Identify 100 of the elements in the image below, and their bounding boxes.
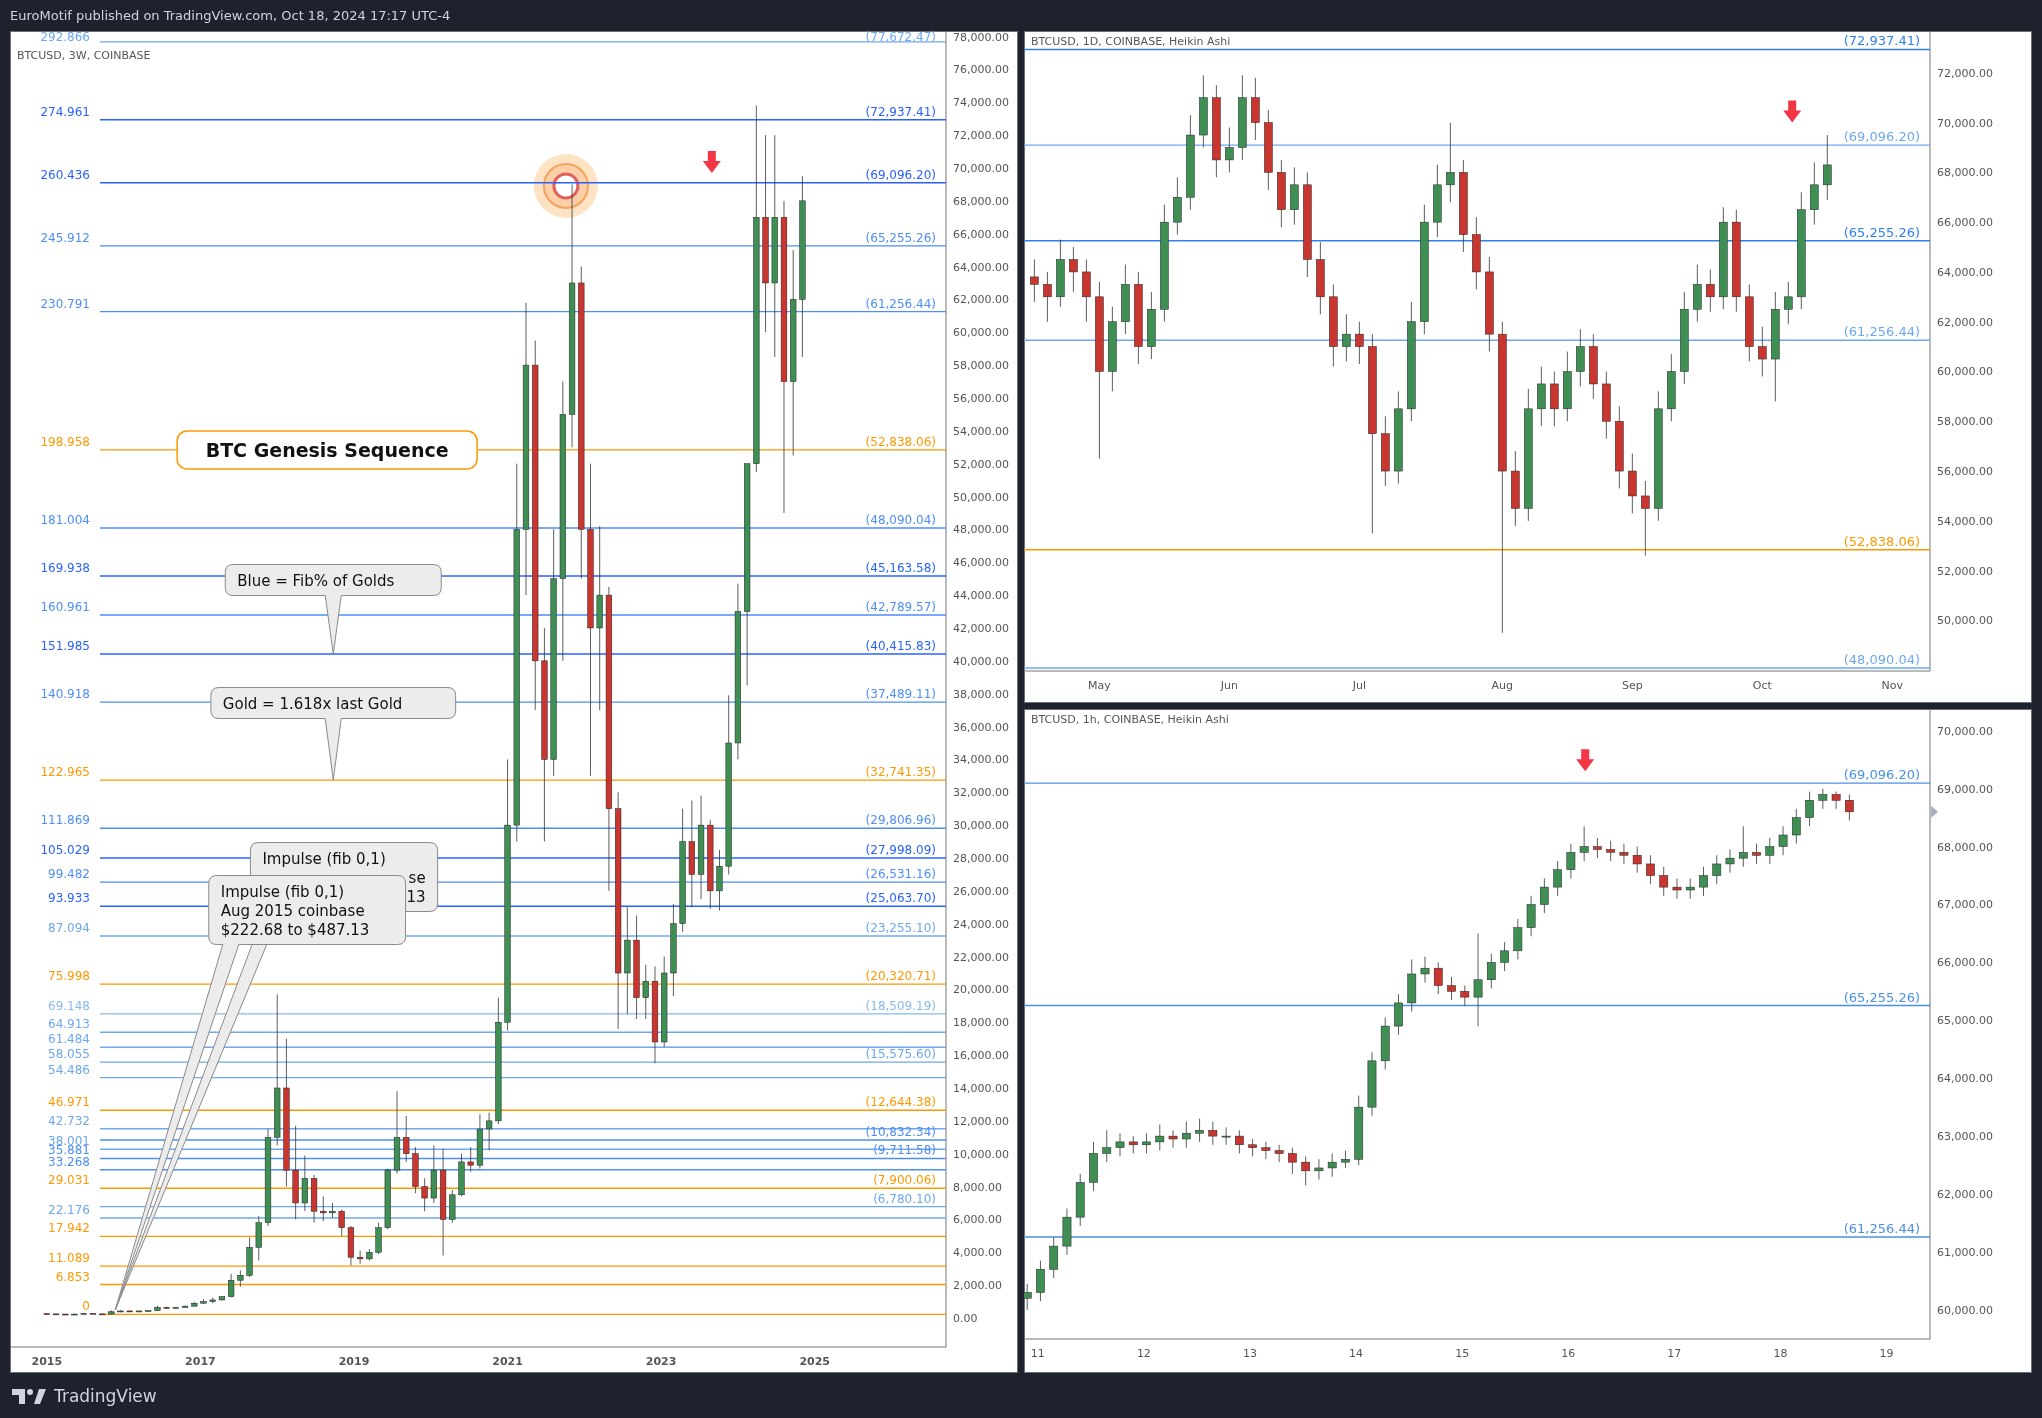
fib-ratio-label: 230.791 <box>40 296 90 311</box>
price-axis-label: 0.00 <box>953 1312 978 1325</box>
time-axis-label: 19 <box>1879 1347 1894 1360</box>
level-price-label: (32,741.35) <box>865 765 936 780</box>
level-price-label: (77,672.47) <box>865 31 936 44</box>
time-axis-label: 17 <box>1667 1347 1682 1360</box>
price-axis-label: 56,000.00 <box>1937 465 1993 479</box>
price-axis-label: 50,000.00 <box>1937 614 1993 628</box>
time-axis-label: Jun <box>1220 679 1238 692</box>
price-axis-label: 69,000.00 <box>1937 782 1993 796</box>
price-axis-label: 72,000.00 <box>1937 66 1993 80</box>
level-price-label: (37,489.11) <box>865 687 936 702</box>
level-price-label: (52,838.06) <box>1843 533 1920 549</box>
fib-ratio-label: 22.176 <box>48 1203 90 1217</box>
price-axis-label: 4,000.00 <box>953 1246 1002 1260</box>
fib-ratio-label: 11.089 <box>48 1251 90 1266</box>
price-axis-label: 24,000.00 <box>953 917 1009 931</box>
price-axis-label: 54,000.00 <box>953 424 1009 438</box>
fib-ratio-label: 105.029 <box>40 843 90 857</box>
fib-ratio-label: 160.961 <box>40 600 90 614</box>
price-axis-label: 14,000.00 <box>953 1082 1009 1095</box>
price-axis-label: 44,000.00 <box>953 589 1009 603</box>
price-axis-label: 6,000.00 <box>953 1213 1002 1227</box>
fib-ratio-label: 260.436 <box>40 167 90 182</box>
time-axis-label: 14 <box>1349 1347 1364 1360</box>
fib-ratio-label: 6.853 <box>55 1269 90 1284</box>
fib-ratio-label: 69.148 <box>48 998 90 1013</box>
price-axis-label: 18,000.00 <box>953 1016 1009 1030</box>
level-price-label: (15,575.60) <box>865 1047 936 1062</box>
label-box-text: BTC Genesis Sequence <box>205 438 449 461</box>
fib-ratio-label: 292.866 <box>40 31 90 44</box>
price-axis-label: 26,000.00 <box>953 884 1009 898</box>
callout-text: Blue = Fib% of Golds <box>237 571 395 590</box>
time-axis-label: 2015 <box>31 1355 63 1368</box>
level-price-label: (7,900.06) <box>873 1173 936 1188</box>
price-axis-label: 64,000.00 <box>1937 265 1993 279</box>
fib-ratio-label: 42.732 <box>48 1113 90 1128</box>
fib-ratio-label: 122.965 <box>40 765 90 780</box>
price-axis-label: 62,000.00 <box>953 293 1009 307</box>
price-axis-label: 74,000.00 <box>953 96 1009 110</box>
price-axis-label: 63,000.00 <box>1937 1130 1993 1144</box>
price-axis-label: 36,000.00 <box>953 720 1009 734</box>
price-axis-label: 61,000.00 <box>1937 1245 1993 1259</box>
fib-ratio-label: 46.971 <box>48 1095 90 1110</box>
price-axis-label: 42,000.00 <box>953 622 1009 635</box>
price-axis-label: 68,000.00 <box>953 194 1009 208</box>
level-price-label: (42,789.57) <box>865 600 936 614</box>
price-axis-label: 60,000.00 <box>1937 365 1993 379</box>
level-price-label: (27,998.09) <box>865 843 936 857</box>
price-axis-label: 52,000.00 <box>1937 564 1993 578</box>
fib-ratio-label: 111.869 <box>40 813 90 828</box>
level-price-label: (48,090.04) <box>1843 651 1920 667</box>
level-price-label: (69,096.20) <box>1843 129 1920 145</box>
price-axis-label: 40,000.00 <box>953 654 1009 668</box>
time-axis-label: 2017 <box>185 1355 216 1368</box>
fib-ratio-label: 245.912 <box>40 230 90 245</box>
time-axis-label: 2019 <box>338 1355 370 1368</box>
price-axis-label: 62,000.00 <box>1937 315 1993 329</box>
price-axis-label: 68,000.00 <box>1937 166 1993 180</box>
level-price-label: (6,780.10) <box>873 1191 936 1206</box>
price-axis-label: 30,000.00 <box>953 819 1009 833</box>
callout-text: se <box>408 868 426 887</box>
price-axis-label: 67,000.00 <box>1937 898 1993 912</box>
time-axis-label: 12 <box>1136 1347 1151 1360</box>
fib-ratio-label: 169.938 <box>40 561 90 575</box>
level-price-label: (72,937.41) <box>865 104 936 119</box>
time-axis-label: 2021 <box>492 1355 523 1368</box>
price-axis-label: 60,000.00 <box>1937 1303 1993 1317</box>
level-price-label: (61,256.44) <box>1843 1221 1920 1237</box>
price-axis-label: 32,000.00 <box>953 786 1009 800</box>
publisher-caption: EuroMotif published on TradingView.com, Oct 18, 2024 17:17 UTC-4 <box>10 8 451 23</box>
level-price-label: (26,531.16) <box>865 867 936 882</box>
level-price-label: (61,256.44) <box>865 296 936 311</box>
price-axis-label: 10,000.00 <box>953 1147 1009 1161</box>
fib-ratio-label: 54.486 <box>48 1062 90 1077</box>
level-price-label: (52,838.06) <box>865 434 936 449</box>
callout-text: 13 <box>406 887 426 906</box>
price-axis-label: 68,000.00 <box>1937 840 1993 854</box>
level-price-label: (65,255.26) <box>1843 224 1920 240</box>
callout-text: Aug 2015 coinbase <box>220 901 365 920</box>
fib-ratio-label: 61.484 <box>48 1032 90 1047</box>
price-axis-label: 70,000.00 <box>1937 724 1993 738</box>
chart-title: BTCUSD, 1D, COINBASE, Heikin Ashi <box>1031 35 1231 48</box>
fib-ratio-label: 151.985 <box>40 639 90 653</box>
time-axis-label: Nov <box>1881 679 1904 692</box>
price-axis-label: 46,000.00 <box>953 556 1009 570</box>
level-price-label: (20,320.71) <box>865 969 936 984</box>
callout-text: Impulse (fib 0,1) <box>262 849 386 868</box>
fib-ratio-label: 64.913 <box>48 1017 90 1032</box>
chart-title: BTCUSD, 3W, COINBASE <box>17 49 151 62</box>
price-axis-label: 8,000.00 <box>953 1180 1002 1194</box>
level-price-label: (23,255.10) <box>865 920 936 935</box>
price-axis-label: 34,000.00 <box>953 753 1009 767</box>
level-price-label: (29,806.96) <box>865 813 936 828</box>
price-axis-label: 22,000.00 <box>953 950 1009 964</box>
fib-ratio-label: 181.004 <box>40 512 90 527</box>
price-axis-label: 52,000.00 <box>953 457 1009 471</box>
chart-title: BTCUSD, 1h, COINBASE, Heikin Ashi <box>1031 713 1229 726</box>
price-axis-label: 64,000.00 <box>1937 1072 1993 1086</box>
time-axis-label: Aug <box>1491 679 1514 692</box>
